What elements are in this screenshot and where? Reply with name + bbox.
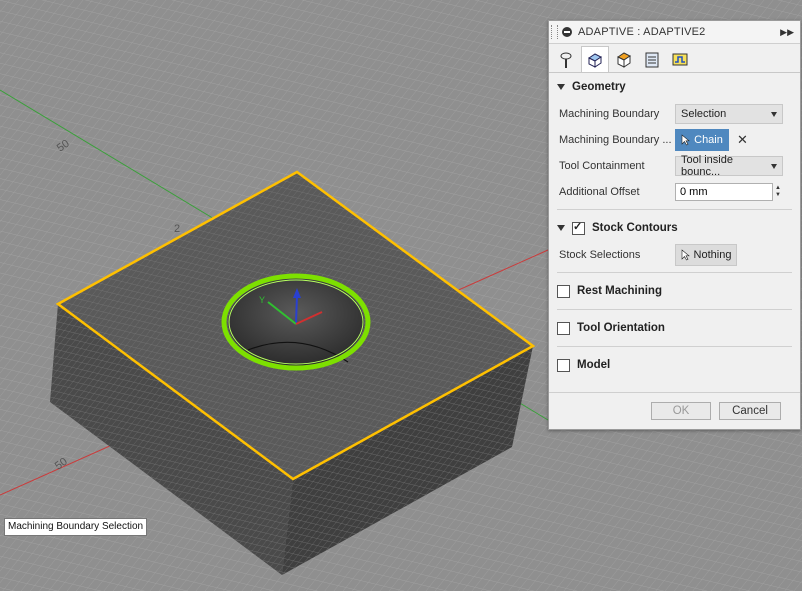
section-divider [557, 346, 792, 347]
cursor-arrow-icon [681, 249, 690, 261]
dropdown-caret-icon [771, 111, 777, 117]
section-divider [557, 309, 792, 310]
tool-containment-dropdown[interactable]: Tool inside bounc... [675, 154, 783, 178]
grid-label: 2 [174, 223, 180, 235]
section-divider [557, 272, 792, 273]
section-divider [557, 209, 792, 210]
geometry-icon [588, 52, 602, 68]
panel-titlebar[interactable]: ADAPTIVE : ADAPTIVE2 ▶▶ [549, 21, 800, 44]
minimize-icon[interactable] [562, 27, 572, 37]
additional-offset-label: Additional Offset [559, 186, 640, 198]
cursor-arrow-icon [681, 134, 690, 146]
cancel-button[interactable]: Cancel [719, 402, 781, 420]
boundary-selection-row: Machining Boundary ... Chain ✕ [549, 127, 800, 153]
collapse-arrow-icon[interactable] [557, 84, 565, 90]
additional-offset-input[interactable] [675, 183, 773, 201]
stepper-down-icon[interactable]: ▼ [775, 192, 781, 199]
tab-linking[interactable] [667, 48, 693, 72]
section-stock-contours-label: Stock Contours [592, 222, 678, 234]
machining-boundary-value: Selection [681, 108, 727, 120]
stock-contours-checkbox[interactable] [572, 220, 585, 235]
tool-icon [560, 52, 572, 68]
section-rest-machining-label: Rest Machining [577, 285, 662, 297]
section-tool-orientation[interactable]: Tool Orientation [549, 314, 800, 342]
offset-stepper[interactable]: ▲ ▼ [775, 185, 781, 199]
stock-selection-button[interactable]: Nothing [675, 244, 737, 266]
section-model[interactable]: Model [549, 351, 800, 379]
tool-containment-value: Tool inside bounc... [681, 154, 733, 178]
section-stock-contours[interactable]: Stock Contours [549, 214, 800, 242]
tool-orientation-checkbox[interactable] [557, 321, 570, 335]
linking-icon [672, 53, 688, 66]
tab-geometry[interactable] [581, 46, 609, 72]
nothing-label: Nothing [693, 249, 732, 261]
section-geometry-label: Geometry [572, 81, 626, 93]
collapse-arrow-icon[interactable] [557, 225, 565, 231]
stepper-up-icon[interactable]: ▲ [775, 185, 781, 192]
tool-containment-row: Tool Containment Tool inside bounc... [549, 153, 800, 179]
clear-selection-icon[interactable]: ✕ [737, 132, 748, 148]
machining-boundary-label: Machining Boundary [559, 108, 660, 120]
rest-machining-checkbox[interactable] [557, 284, 570, 298]
chain-selection-button[interactable]: Chain [675, 129, 729, 151]
machining-boundary-row: Machining Boundary Selection [549, 101, 800, 127]
drag-handle[interactable] [551, 25, 558, 39]
boundary-selection-label: Machining Boundary ... [559, 134, 672, 146]
model-checkbox[interactable] [557, 358, 570, 372]
panel-footer: OK Cancel [549, 392, 800, 429]
tool-containment-label: Tool Containment [559, 160, 645, 172]
dropdown-caret-icon [771, 163, 777, 169]
panel-tabs [549, 44, 800, 73]
passes-icon [645, 52, 659, 68]
stock-selections-row: Stock Selections Nothing [549, 242, 800, 268]
tab-passes[interactable] [639, 48, 665, 72]
machining-boundary-dropdown[interactable]: Selection [675, 104, 783, 124]
stock-selections-label: Stock Selections [559, 249, 641, 261]
selection-tooltip: Machining Boundary Selection [4, 518, 148, 536]
additional-offset-row: Additional Offset ▲ ▼ [549, 179, 800, 205]
heights-icon [617, 52, 631, 68]
section-rest-machining[interactable]: Rest Machining [549, 277, 800, 305]
section-geometry[interactable]: Geometry [549, 73, 800, 101]
chain-label: Chain [694, 134, 723, 146]
ok-button[interactable]: OK [651, 402, 711, 420]
section-model-label: Model [577, 359, 611, 371]
expand-panel-icon[interactable]: ▶▶ [780, 27, 794, 38]
panel-title: ADAPTIVE : ADAPTIVE2 [578, 26, 706, 38]
tab-tool[interactable] [553, 48, 579, 72]
section-tool-orientation-label: Tool Orientation [577, 322, 665, 334]
svg-text:Y: Y [259, 295, 265, 305]
adaptive-command-panel: ADAPTIVE : ADAPTIVE2 ▶▶ Geometry Machini… [548, 20, 801, 430]
tab-heights[interactable] [611, 48, 637, 72]
